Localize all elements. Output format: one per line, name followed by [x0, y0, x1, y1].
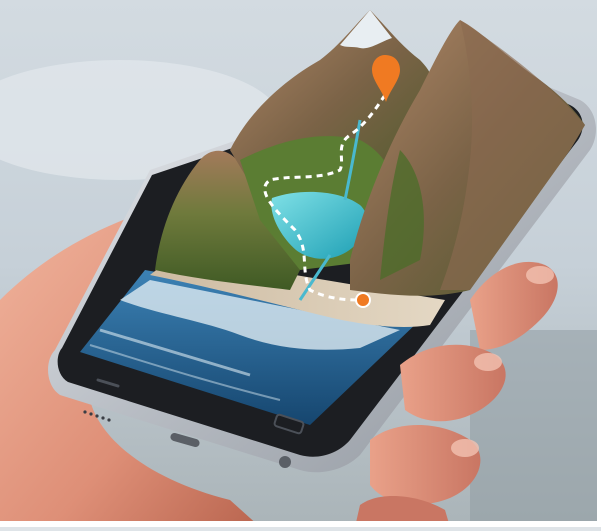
fingernail [526, 266, 554, 284]
photo-scene [0, 0, 601, 527]
fingernail [474, 353, 502, 371]
start-point-marker [355, 292, 371, 308]
scene-svg [0, 0, 601, 527]
headphone-jack [279, 456, 291, 468]
fingernail [451, 439, 479, 457]
